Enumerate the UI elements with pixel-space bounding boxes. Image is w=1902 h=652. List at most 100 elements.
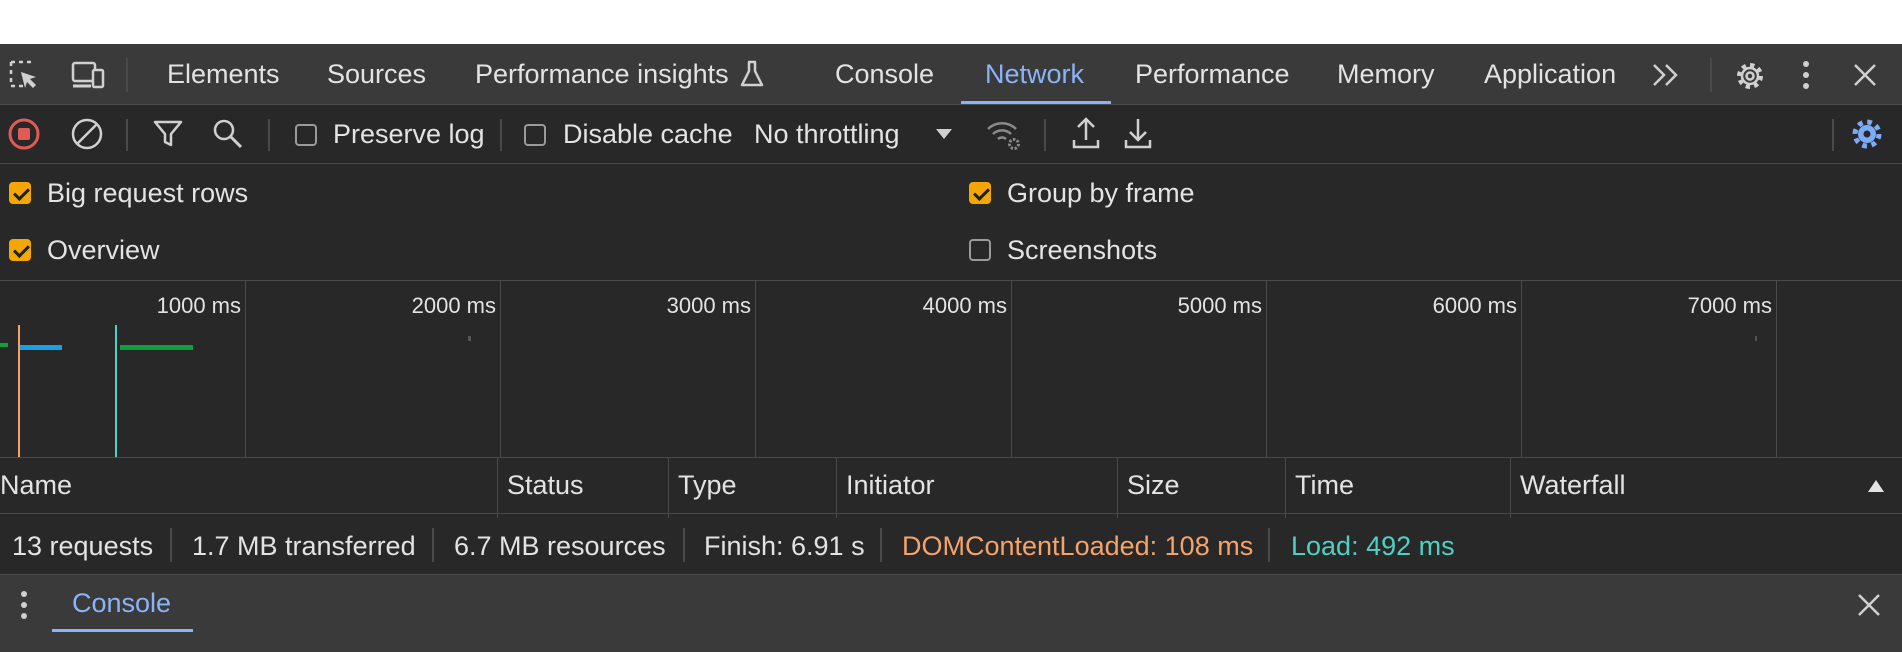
- stop-recording-icon[interactable]: [7, 117, 41, 151]
- import-har-icon[interactable]: [1070, 116, 1102, 150]
- tab-memory[interactable]: Memory: [1337, 44, 1435, 104]
- gear-icon[interactable]: [1733, 59, 1767, 93]
- overview-request-bar: [120, 345, 193, 350]
- tab-sources[interactable]: Sources: [327, 44, 426, 104]
- drawer-tab-console[interactable]: Console: [72, 575, 171, 632]
- preserve-log-label: Preserve log: [333, 119, 485, 149]
- column-header-size[interactable]: Size: [1127, 458, 1180, 513]
- tab-label: Performance: [1135, 58, 1290, 89]
- column-divider[interactable]: [497, 458, 498, 518]
- finish-time: Finish: 6.91 s: [704, 531, 865, 561]
- column-header-initiator[interactable]: Initiator: [846, 458, 935, 513]
- active-tab-indicator: [961, 101, 1111, 104]
- summary-separator: [880, 528, 882, 562]
- toolbar-separator: [1044, 119, 1046, 151]
- summary-separator: [170, 528, 172, 562]
- disable-cache-checkbox[interactable]: [524, 124, 546, 146]
- tab-console[interactable]: Console: [835, 44, 934, 104]
- network-settings-gear-icon[interactable]: [1850, 117, 1884, 151]
- close-drawer-icon[interactable]: [1856, 592, 1882, 618]
- chevron-down-icon: [936, 129, 952, 139]
- requests-count: 13 requests: [12, 531, 154, 561]
- overview-tick-label: 6000 ms: [1432, 293, 1517, 318]
- drawer-menu-icon[interactable]: [18, 589, 30, 621]
- column-divider[interactable]: [836, 458, 837, 518]
- summary-separator: [683, 528, 685, 562]
- column-divider[interactable]: [1510, 458, 1511, 518]
- overview-gridline: [1011, 281, 1012, 457]
- overview-request-mark: [1755, 336, 1757, 341]
- column-label: Name: [0, 470, 73, 500]
- search-icon[interactable]: [212, 118, 244, 150]
- devtools-panel: Elements Sources Performance insights Co…: [0, 44, 1902, 652]
- tab-label: Application: [1484, 58, 1617, 89]
- group-by-frame-label: Group by frame: [1007, 178, 1195, 208]
- inspect-element-icon[interactable]: [8, 59, 40, 91]
- filter-icon[interactable]: [152, 118, 184, 150]
- tab-separator: [126, 58, 128, 92]
- tab-network[interactable]: Network: [985, 44, 1084, 104]
- network-conditions-icon[interactable]: [985, 117, 1023, 151]
- more-tabs-chevron-icon[interactable]: [1650, 62, 1682, 88]
- overview-gridline: [1521, 281, 1522, 457]
- tab-performance-insights[interactable]: Performance insights: [475, 44, 765, 104]
- more-options-icon[interactable]: [1800, 59, 1812, 91]
- overview-label: Overview: [47, 235, 160, 265]
- clear-icon[interactable]: [70, 117, 104, 151]
- toolbar-separator: [500, 119, 502, 151]
- column-label: Initiator: [846, 470, 935, 500]
- column-label: Waterfall: [1520, 470, 1626, 500]
- close-icon[interactable]: [1852, 62, 1878, 88]
- column-header-time[interactable]: Time: [1295, 458, 1354, 513]
- tab-elements[interactable]: Elements: [167, 44, 280, 104]
- tab-label: Console: [835, 58, 935, 89]
- network-toolbar: Preserve log Disable cache No throttling: [0, 105, 1902, 164]
- request-table-header: Name Status Type Initiator Size Time Wat…: [0, 458, 1902, 518]
- network-settings-pane: Big request rows Group by frame Overview…: [0, 164, 1902, 281]
- throttling-value: No throttling: [754, 119, 900, 149]
- tab-label: Performance insights: [475, 58, 729, 89]
- overview-gridline: [500, 281, 501, 457]
- tab-label: Elements: [167, 58, 280, 89]
- summary-separator: [1268, 528, 1270, 562]
- column-divider[interactable]: [1117, 458, 1118, 518]
- dom-content-loaded-marker: [18, 325, 20, 457]
- toolbar-separator: [268, 119, 270, 151]
- screenshots-label: Screenshots: [1007, 235, 1158, 265]
- device-toolbar-icon[interactable]: [70, 59, 106, 91]
- overview-request-bar: [18, 345, 62, 350]
- load-time: Load: 492 ms: [1291, 531, 1455, 561]
- console-drawer: Console: [0, 575, 1902, 652]
- preserve-log-checkbox[interactable]: [295, 124, 317, 146]
- load-event-marker: [115, 325, 117, 457]
- overview-gridline: [1266, 281, 1267, 457]
- column-header-type[interactable]: Type: [678, 458, 737, 513]
- network-summary-bar: 13 requests 1.7 MB transferred 6.7 MB re…: [0, 514, 1902, 575]
- export-har-icon[interactable]: [1122, 116, 1154, 150]
- tab-application[interactable]: Application: [1484, 44, 1616, 104]
- big-request-rows-checkbox[interactable]: [9, 182, 31, 204]
- summary-separator: [432, 528, 434, 562]
- overview-checkbox[interactable]: [9, 239, 31, 261]
- tab-label: Memory: [1337, 58, 1435, 89]
- column-label: Time: [1295, 470, 1354, 500]
- network-overview[interactable]: 1000 ms 2000 ms 3000 ms 4000 ms 5000 ms …: [0, 281, 1902, 458]
- column-divider[interactable]: [1285, 458, 1286, 518]
- column-header-status[interactable]: Status: [507, 458, 584, 513]
- column-label: Status: [507, 470, 584, 500]
- overview-gridline: [755, 281, 756, 457]
- big-request-rows-label: Big request rows: [47, 178, 249, 208]
- throttling-select[interactable]: No throttling: [752, 113, 962, 155]
- overview-gridline: [1776, 281, 1777, 457]
- overview-request-mark: [468, 336, 471, 341]
- screenshots-checkbox[interactable]: [969, 239, 991, 261]
- toolbar-separator: [126, 119, 128, 151]
- column-header-waterfall[interactable]: Waterfall: [1520, 458, 1626, 513]
- column-header-name[interactable]: Name: [0, 458, 72, 513]
- tab-bar: Elements Sources Performance insights Co…: [0, 44, 1902, 105]
- group-by-frame-checkbox[interactable]: [969, 182, 991, 204]
- column-divider[interactable]: [668, 458, 669, 518]
- overview-tick-label: 1000 ms: [156, 293, 241, 318]
- tab-performance[interactable]: Performance: [1135, 44, 1290, 104]
- sort-ascending-icon[interactable]: [1866, 478, 1886, 494]
